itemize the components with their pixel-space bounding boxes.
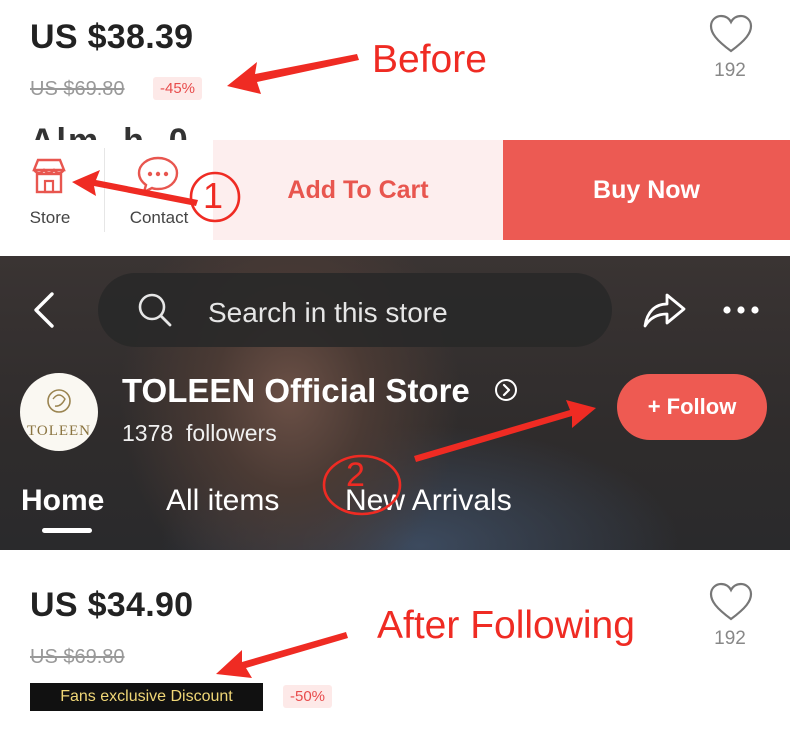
follow-button[interactable]: + Follow	[617, 374, 767, 440]
buy-now-button[interactable]: Buy Now	[503, 140, 790, 240]
store-header: Search in this store TOLEEN TOLEEN Offic…	[0, 256, 790, 550]
avatar-text: TOLEEN	[26, 423, 92, 439]
heart-icon[interactable]	[708, 14, 754, 54]
active-tab-indicator	[42, 528, 92, 533]
after-original-price: US $69.80	[30, 646, 125, 668]
before-price: US $38.39	[30, 18, 194, 56]
heart-icon[interactable]	[708, 582, 754, 622]
store-avatar[interactable]: TOLEEN	[20, 373, 98, 451]
before-original-price: US $69.80	[30, 78, 125, 100]
after-price: US $34.90	[30, 586, 194, 624]
annotation-before: Before	[372, 38, 487, 81]
followers-count: 1378	[122, 420, 174, 446]
annotation-step-2: 2	[346, 456, 365, 494]
more-icon[interactable]	[722, 305, 760, 315]
search-icon	[138, 293, 172, 327]
store-icon	[32, 158, 66, 194]
share-icon[interactable]	[641, 290, 687, 330]
followers-text: 1378 followers	[122, 420, 277, 447]
product-title-clipped: Alm h 0	[30, 124, 215, 140]
followers-label: followers	[185, 420, 277, 446]
before-discount-badge: -45%	[153, 77, 203, 100]
tab-home[interactable]: Home	[21, 484, 104, 518]
annotation-after: After Following	[377, 604, 635, 647]
favorite-count: 192	[714, 628, 746, 649]
back-icon[interactable]	[30, 290, 60, 330]
arrow-icon	[72, 170, 198, 206]
arrow-icon	[216, 632, 348, 678]
after-discount-badge: -50%	[283, 685, 333, 708]
add-to-cart-button[interactable]: Add To Cart	[213, 140, 503, 240]
favorite-count: 192	[714, 60, 746, 81]
search-input[interactable]: Search in this store	[98, 273, 612, 347]
tab-all-items[interactable]: All items	[166, 484, 279, 518]
arrow-icon	[414, 400, 596, 462]
fans-discount-badge: Fans exclusive Discount	[30, 683, 263, 711]
search-placeholder: Search in this store	[208, 297, 448, 328]
annotation-step-1: 1	[203, 175, 224, 216]
arrow-icon	[227, 54, 359, 94]
